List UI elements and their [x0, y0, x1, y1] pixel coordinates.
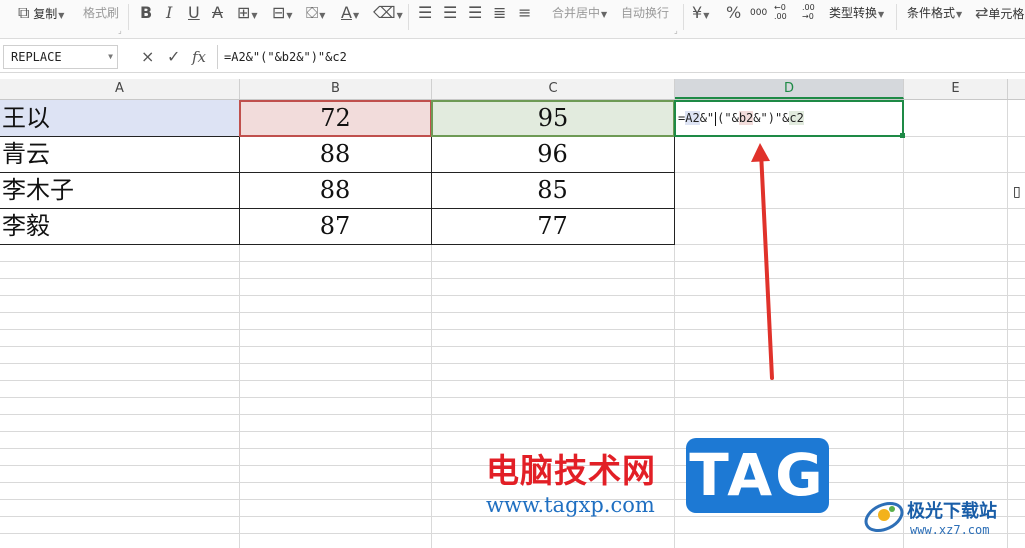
- watermark-url: www.tagxp.com: [486, 493, 655, 517]
- site-name: 极光下载站: [907, 501, 997, 522]
- watermark-title: 电脑技术网: [486, 451, 656, 490]
- site-logo-icon: [864, 501, 904, 533]
- arrow-head: [751, 143, 770, 162]
- arrow-shaft: [759, 150, 774, 380]
- mouse-cursor-icon: ▯: [1013, 184, 1021, 200]
- tag-logo: TAG: [686, 438, 829, 513]
- site-url: www.xz7.com: [910, 523, 990, 537]
